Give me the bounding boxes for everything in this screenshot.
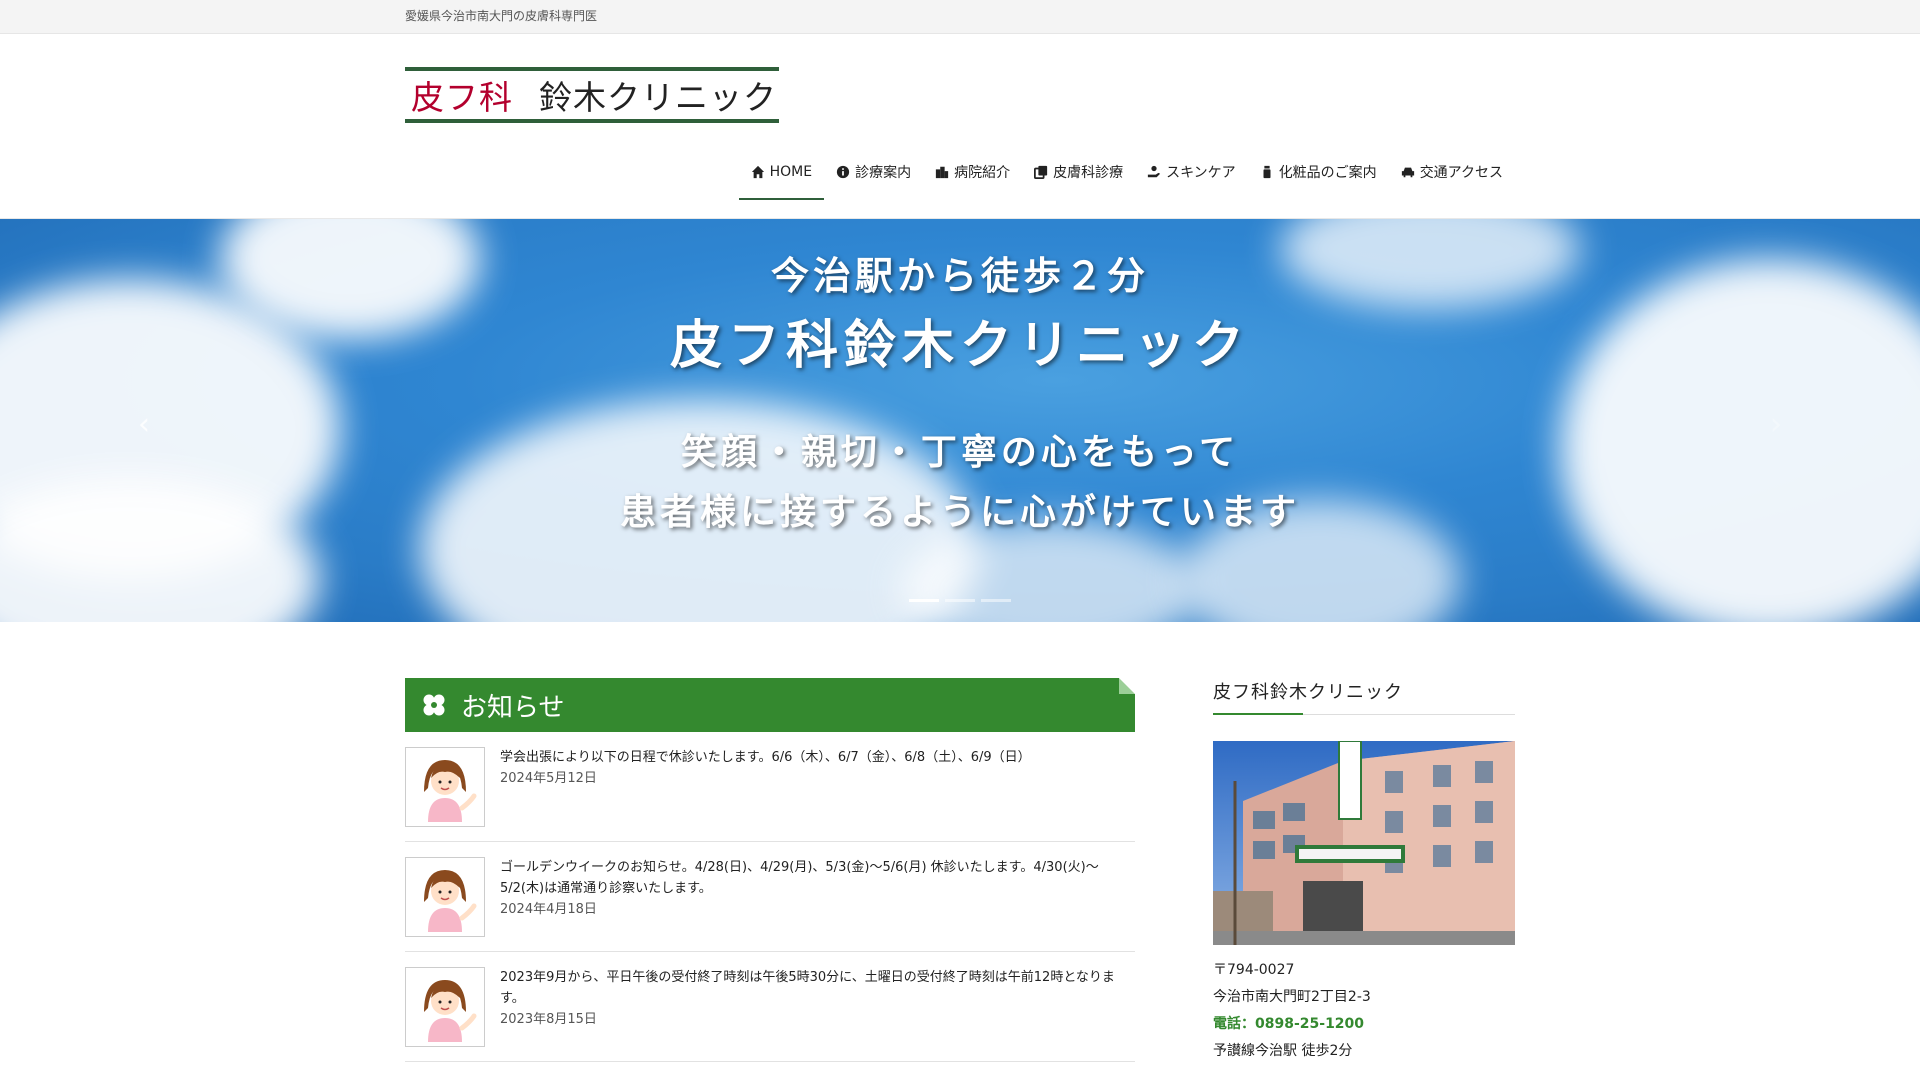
news-body: 学会出張により以下の日程で休診いたします。6/6（木）、6/7（金）、6/8（土… bbox=[500, 747, 1031, 827]
nav-label: 交通アクセス bbox=[1419, 165, 1503, 181]
site-logo[interactable]: 皮フ科 鈴木クリニック bbox=[405, 67, 779, 123]
hero-carousel[interactable]: 今治駅から徒歩２分 皮フ科鈴木クリニック 笑顔・親切・丁寧の心をもって 患者様に… bbox=[0, 219, 1920, 622]
carousel-indicator[interactable] bbox=[909, 599, 939, 602]
clinic-building-photo bbox=[1213, 741, 1515, 945]
hand-icon bbox=[1147, 165, 1161, 178]
nurse-avatar bbox=[405, 857, 485, 937]
nav-label: 病院紹介 bbox=[954, 165, 1011, 181]
clinic-phone[interactable]: 電話：0898-25-1200 bbox=[1213, 1011, 1515, 1038]
site-header: 皮フ科 鈴木クリニック HOME 診療案内 病院紹介 皮膚科診療 スキンケア 化… bbox=[0, 34, 1920, 219]
nav-keshohin[interactable]: 化粧品のご案内 bbox=[1248, 154, 1389, 190]
nurse-icon bbox=[424, 980, 477, 1042]
top-bar: 愛媛県今治市南大門の皮膚科専門医 bbox=[0, 0, 1920, 34]
nav-home[interactable]: HOME bbox=[738, 154, 825, 200]
bottle-icon bbox=[1263, 165, 1271, 179]
nav-label: 皮膚科診療 bbox=[1053, 165, 1124, 181]
hero-line-3: 笑顔・親切・丁寧の心をもって bbox=[680, 431, 1240, 473]
carousel-next-button[interactable]: › bbox=[1762, 405, 1790, 445]
corner-fold bbox=[1119, 678, 1135, 694]
copy-icon bbox=[1034, 165, 1048, 179]
nav-shinryo-annai[interactable]: 診療案内 bbox=[824, 154, 923, 190]
building-image bbox=[1213, 741, 1515, 945]
nav-kotsu-access[interactable]: 交通アクセス bbox=[1389, 154, 1515, 190]
car-icon bbox=[1401, 167, 1414, 178]
hero-line-1: 今治駅から徒歩２分 bbox=[770, 253, 1149, 298]
nav-byoin-shokai[interactable]: 病院紹介 bbox=[923, 154, 1022, 190]
tagline: 愛媛県今治市南大門の皮膚科専門医 bbox=[405, 9, 598, 23]
nav-label: HOME bbox=[769, 164, 813, 180]
nurse-avatar bbox=[405, 747, 485, 827]
nav-label: 診療案内 bbox=[855, 165, 912, 181]
logo-red-text: 皮フ科 bbox=[411, 78, 513, 117]
news-item[interactable]: 学会出張により以下の日程で休診いたします。6/6（木）、6/7（金）、6/8（土… bbox=[405, 732, 1135, 842]
nav-label: スキンケア bbox=[1166, 165, 1236, 181]
news-title: お知らせ bbox=[461, 692, 565, 723]
nurse-icon bbox=[424, 760, 477, 822]
main-nav: HOME 診療案内 病院紹介 皮膚科診療 スキンケア 化粧品のご案内 交通アクセ… bbox=[738, 154, 1515, 200]
nav-label: 化粧品のご案内 bbox=[1278, 165, 1377, 181]
clinic-address: 今治市南大門町2丁目2-3 bbox=[1213, 989, 1371, 1005]
home-icon bbox=[751, 165, 764, 179]
nurse-avatar bbox=[405, 967, 485, 1047]
clinic-info: 〒794-0027 今治市南大門町2丁目2-3 電話：0898-25-1200 … bbox=[1213, 957, 1515, 1065]
building-icon bbox=[935, 166, 949, 179]
news-text: 2023年9月から、平日午後の受付終了時刻は午後5時30分に、土曜日の受付終了時… bbox=[500, 970, 1115, 1006]
news-header: お知らせ bbox=[405, 678, 1135, 732]
postal-code: 〒794-0027 bbox=[1213, 962, 1295, 978]
news-item[interactable]: ゴールデンウイークのお知らせ。4/28(日)、4/29(月)、5/3(金)～5/… bbox=[405, 842, 1135, 952]
sidebar-title: 皮フ科鈴木クリニック bbox=[1213, 678, 1515, 715]
carousel-indicator[interactable] bbox=[981, 599, 1011, 602]
news-text: ゴールデンウイークのお知らせ。4/28(日)、4/29(月)、5/3(金)～5/… bbox=[500, 860, 1099, 896]
logo-black-text: 鈴木クリニック bbox=[539, 78, 777, 117]
carousel-indicators bbox=[909, 599, 1011, 602]
clover-icon bbox=[423, 694, 445, 716]
hero-line-2: 皮フ科鈴木クリニック bbox=[669, 315, 1250, 376]
nav-hifuka-shinryo[interactable]: 皮膚科診療 bbox=[1022, 154, 1135, 190]
news-date: 2023年8月15日 bbox=[500, 1012, 597, 1027]
info-icon bbox=[836, 165, 850, 179]
news-date: 2024年5月12日 bbox=[500, 771, 597, 786]
carousel-prev-button[interactable]: ‹ bbox=[130, 405, 158, 445]
carousel-indicator[interactable] bbox=[945, 599, 975, 602]
news-item[interactable]: 2023年9月から、平日午後の受付終了時刻は午後5時30分に、土曜日の受付終了時… bbox=[405, 952, 1135, 1062]
nav-skincare[interactable]: スキンケア bbox=[1135, 154, 1248, 190]
news-date: 2024年4月18日 bbox=[500, 902, 597, 917]
hero-line-4: 患者様に接するように心がけています bbox=[619, 491, 1300, 533]
news-body: 2023年9月から、平日午後の受付終了時刻は午後5時30分に、土曜日の受付終了時… bbox=[500, 967, 1135, 1047]
news-section: お知らせ 学会出張により以下の日程で休診いたします。6/6（木）、6/7（金）、… bbox=[405, 678, 1135, 1062]
clinic-access: 予讃線今治駅 徒歩2分 bbox=[1213, 1043, 1353, 1059]
news-body: ゴールデンウイークのお知らせ。4/28(日)、4/29(月)、5/3(金)～5/… bbox=[500, 857, 1135, 937]
sidebar: 皮フ科鈴木クリニック 〒794-0027 今治市南大門町2丁目2-3 電話：08… bbox=[1213, 678, 1515, 1065]
nurse-icon bbox=[424, 870, 477, 932]
news-text: 学会出張により以下の日程で休診いたします。6/6（木）、6/7（金）、6/8（土… bbox=[500, 750, 1031, 765]
